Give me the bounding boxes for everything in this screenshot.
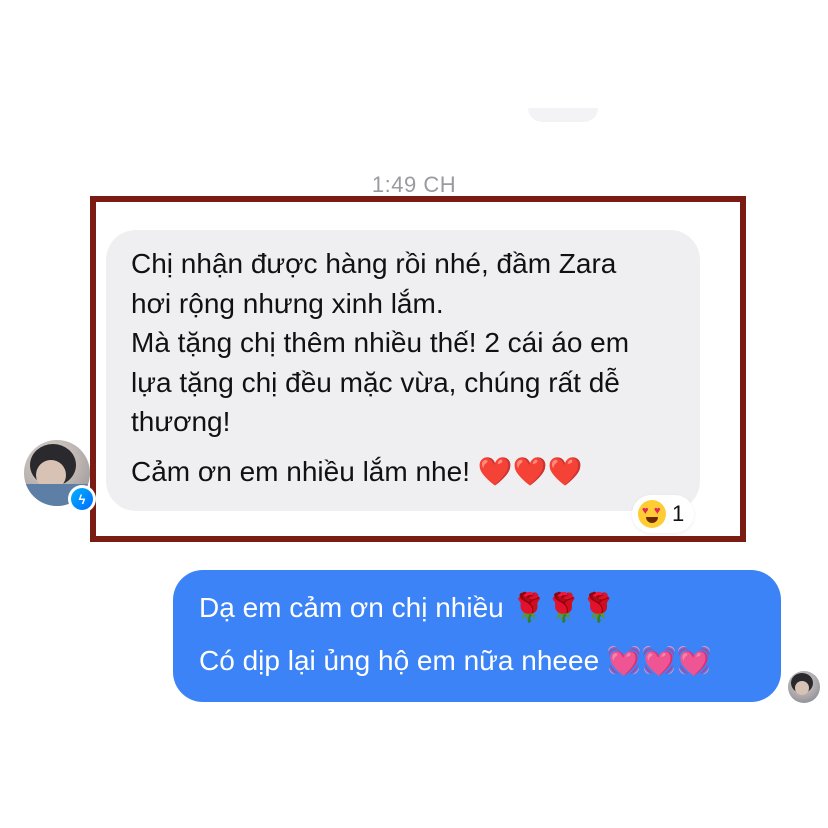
outgoing-message-bubble[interactable]: Dạ em cảm ơn chị nhiều 🌹🌹🌹 Có dịp lại ủn…: [173, 570, 781, 702]
outgoing-message-line-2: Có dịp lại ủng hộ em nữa nheee 💓💓💓: [199, 645, 712, 676]
message-reaction[interactable]: ♥ ♥ 1: [632, 495, 695, 533]
chat-screen: 1:49 CH Chị nhận được hàng rồi nhé, đầm …: [0, 0, 828, 828]
incoming-message-text: Chị nhận được hàng rồi nhé, đầm Zara hơi…: [131, 248, 630, 437]
message-timestamp: 1:49 CH: [371, 172, 457, 197]
heart-eyes-emoji-icon: ♥ ♥: [638, 500, 666, 528]
incoming-message-bubble[interactable]: Chị nhận được hàng rồi nhé, đầm Zara hơi…: [106, 230, 700, 511]
reaction-count: 1: [672, 501, 685, 526]
read-receipt-avatar: [788, 671, 820, 703]
messenger-icon: ϟ: [68, 485, 96, 513]
previous-message-edge: [528, 108, 598, 122]
outgoing-message-line-1: Dạ em cảm ơn chị nhiều 🌹🌹🌹: [199, 592, 617, 623]
incoming-message-thanks: Cảm ơn em nhiều lắm nhe! ❤️❤️❤️: [131, 455, 583, 487]
